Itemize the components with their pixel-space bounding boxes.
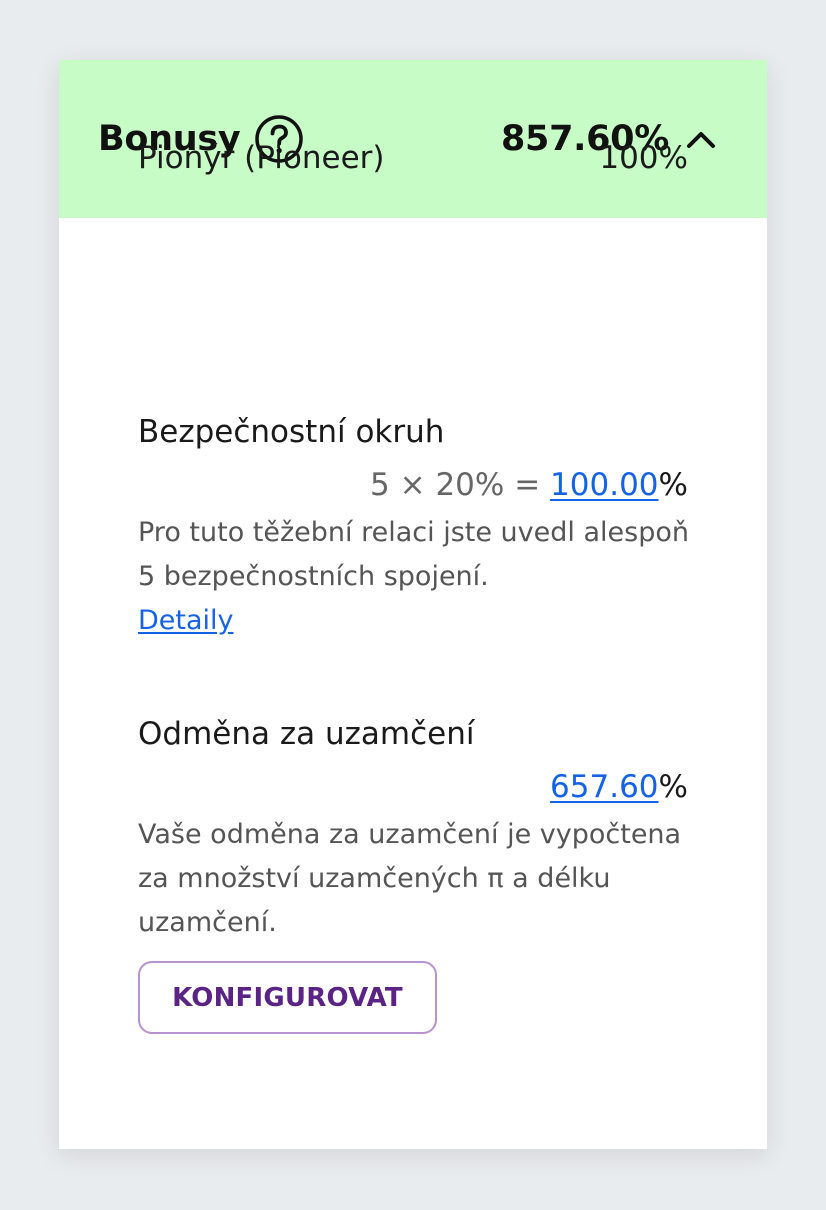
bonus-card: Bonusy 857.60% Pionýr (Pioneer) 100% Bez…	[59, 60, 767, 1149]
security-circle-description: Pro tuto těžební relaci jste uvedl alesp…	[138, 511, 698, 643]
security-circle-description-text: Pro tuto těžební relaci jste uvedl alesp…	[138, 517, 689, 592]
lockup-reward-title: Odměna za uzamčení	[138, 716, 475, 752]
pioneer-row: Pionýr (Pioneer) 100%	[138, 140, 688, 176]
security-circle-value-line: 5 × 20% = 100.00%	[370, 467, 688, 503]
security-circle-percent: %	[658, 467, 688, 503]
lockup-reward-percent: %	[658, 769, 688, 805]
configure-button[interactable]: KONFIGUROVAT	[138, 961, 437, 1034]
pioneer-label: Pionýr (Pioneer)	[138, 140, 385, 176]
lockup-reward-value-line: 657.60%	[550, 769, 688, 805]
lockup-reward-value-link[interactable]: 657.60	[550, 769, 658, 805]
bonus-header[interactable]: Bonusy 857.60%	[59, 60, 767, 218]
security-circle-formula: 5 × 20% =	[370, 467, 551, 503]
chevron-up-icon[interactable]	[685, 128, 717, 150]
security-circle-title: Bezpečnostní okruh	[138, 414, 445, 450]
lockup-reward-description: Vaše odměna za uzamčení je vypočtena za …	[138, 819, 682, 938]
security-circle-value-link[interactable]: 100.00	[550, 467, 658, 503]
details-link[interactable]: Detaily	[138, 605, 234, 636]
pioneer-value: 100%	[599, 140, 688, 176]
